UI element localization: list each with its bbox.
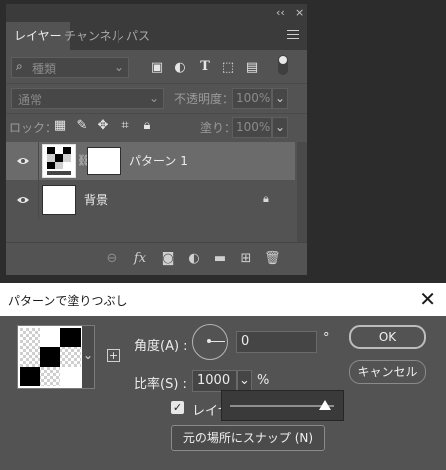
lock-artboard-icon[interactable]: ⌗ — [117, 118, 133, 134]
collapse-panel-button[interactable]: ‹‹ — [276, 6, 285, 20]
filter-kind-value: 種類 — [32, 62, 57, 76]
cancel-button[interactable]: キャンセル — [349, 360, 426, 384]
layers-footer: ⊖ fx ◙ ◐ ▬ ⊞ 🗑︎ — [6, 242, 307, 275]
chevron-down-icon: ⌄ — [275, 120, 286, 134]
chevron-down-icon: ⌄ — [275, 91, 286, 105]
fill-dropdown-button[interactable]: ⌄ — [272, 117, 288, 138]
pattern-picker[interactable] — [17, 325, 84, 389]
adjustment-icon[interactable]: ◐ — [186, 251, 202, 267]
layer-row-background[interactable]: 背景 🔒︎ — [6, 181, 295, 219]
layer-name[interactable]: パターン 1 — [129, 154, 188, 168]
layer-name[interactable]: 背景 — [84, 193, 108, 207]
filter-smart-object-icon[interactable]: ▤ — [244, 60, 260, 76]
angle-dial[interactable] — [192, 324, 228, 360]
angle-value: 0 — [241, 334, 250, 349]
panel-tabs: レイヤー チャンネル パス — [6, 22, 307, 50]
lock-transparency-icon[interactable]: ▦ — [52, 118, 68, 134]
scale-input[interactable]: 1000 — [192, 370, 237, 392]
angle-unit: ° — [323, 331, 330, 346]
chevron-down-icon: ⌄ — [148, 91, 159, 105]
scale-unit: % — [257, 373, 270, 388]
scale-slider-thumb[interactable] — [319, 400, 331, 410]
scale-slider-button[interactable]: ⌄ — [237, 370, 252, 392]
lock-position-move-icon[interactable]: ✥ — [95, 118, 111, 134]
divider — [6, 113, 307, 114]
panel-menu-icon[interactable] — [287, 30, 299, 42]
trash-icon[interactable]: 🗑︎ — [264, 251, 281, 267]
opacity-input[interactable]: 100% — [232, 88, 272, 109]
chevron-down-icon: ⌄ — [113, 60, 124, 74]
angle-label: 角度(A) : — [134, 339, 188, 354]
mask-icon[interactable]: ◙ — [160, 251, 176, 267]
pattern-fill-thumbnail[interactable] — [42, 144, 76, 178]
dialog-title: パターンで塗りつぶし — [8, 294, 128, 308]
tab-paths[interactable]: パス — [118, 22, 158, 50]
scale-label: 比率(S) : — [134, 377, 187, 392]
new-layer-icon[interactable]: ⊞ — [238, 251, 254, 267]
panel-topbar: ‹‹ × — [6, 4, 307, 22]
new-preset-plus-icon[interactable]: + — [107, 349, 120, 362]
opacity-dropdown-button[interactable]: ⌄ — [272, 88, 288, 109]
filter-pixel-icon[interactable]: ▣ — [149, 60, 165, 76]
close-panel-button[interactable]: × — [295, 6, 304, 20]
filter-type-icon[interactable]: T — [197, 59, 213, 75]
layers-panel: ‹‹ × レイヤー チャンネル パス ⌕ 種類 ⌄ ▣ ◐ T ⬚ ▤ 通常 ⌄… — [6, 4, 307, 275]
snap-to-origin-button[interactable]: 元の場所にスナップ (N) — [171, 425, 325, 451]
scale-value: 1000 — [197, 373, 231, 388]
lock-all-icon[interactable]: 🔒︎ — [139, 118, 155, 134]
layer-mask-thumbnail[interactable] — [87, 147, 121, 175]
chevron-down-icon: ⌄ — [239, 373, 250, 388]
ok-button[interactable]: OK — [349, 325, 426, 349]
link-icon[interactable]: ⊖ — [104, 251, 120, 267]
opacity-value: 100% — [236, 91, 271, 105]
lock-icon: 🔒︎ — [263, 192, 269, 205]
visibility-eye-icon[interactable] — [16, 195, 30, 205]
fx-icon[interactable]: fx — [132, 251, 148, 267]
search-icon: ⌕ — [16, 59, 23, 73]
filter-toggle-switch[interactable] — [278, 55, 288, 75]
filter-kind-select[interactable]: ⌕ 種類 ⌄ — [11, 57, 129, 78]
opacity-label: 不透明度： — [174, 92, 235, 106]
lock-label: ロック： — [9, 121, 58, 135]
fill-value: 100% — [236, 120, 271, 134]
pattern-dropdown-button[interactable]: ⌄ — [82, 325, 95, 389]
fill-input[interactable]: 100% — [232, 117, 272, 138]
lock-pixels-brush-icon[interactable]: ✎ — [74, 118, 90, 134]
dialog-titlebar: パターンで塗りつぶし ✕ — [0, 283, 446, 316]
close-icon[interactable]: ✕ — [419, 287, 436, 311]
folder-icon[interactable]: ▬ — [212, 251, 228, 267]
divider — [6, 83, 307, 84]
blend-mode-select[interactable]: 通常 ⌄ — [11, 88, 164, 109]
layer-row-pattern[interactable]: ⛓ パターン 1 — [6, 142, 295, 180]
chevron-down-icon: ⌄ — [83, 348, 94, 362]
link-with-layer-checkbox[interactable]: ✓ — [171, 401, 184, 414]
filter-shape-icon[interactable]: ⬚ — [220, 60, 236, 76]
blend-mode-value: 通常 — [18, 93, 43, 107]
divider — [38, 142, 39, 180]
filter-adjustment-icon[interactable]: ◐ — [172, 60, 188, 76]
pattern-fill-dialog: パターンで塗りつぶし ✕ ⌄ + 角度(A) : 0 ° 比率(S) : 100… — [0, 283, 446, 470]
angle-input[interactable]: 0 — [236, 331, 317, 353]
visibility-eye-icon[interactable] — [16, 156, 30, 166]
scale-slider-popup — [221, 390, 344, 421]
fill-label: 塗り： — [200, 121, 237, 135]
layer-thumbnail[interactable] — [42, 185, 76, 215]
divider — [38, 181, 39, 219]
